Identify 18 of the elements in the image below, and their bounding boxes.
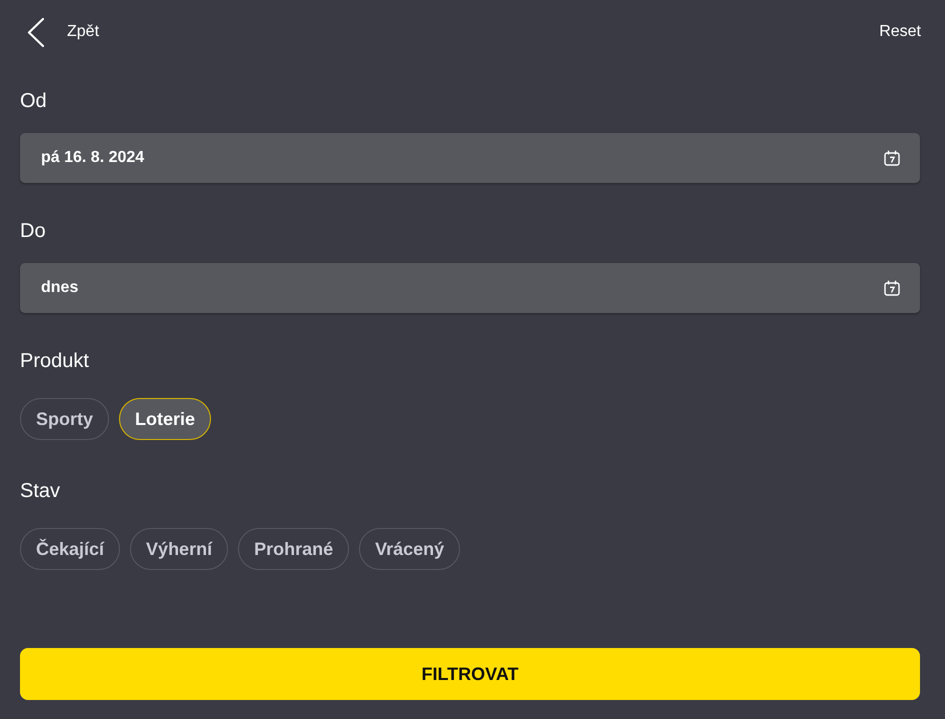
filter-button[interactable]: FILTROVAT [20,648,920,700]
calendar-icon[interactable] [884,150,900,166]
filter-chip[interactable]: Vrácený [359,528,460,570]
back-button[interactable]: Zpět [67,23,100,41]
section-label: Produkt [20,349,89,374]
date-field[interactable]: dnes [20,263,920,313]
reset-button[interactable]: Reset [879,23,921,41]
date-field[interactable]: pá 16. 8. 2024 [20,133,920,183]
filter-chip[interactable]: Výherní [130,528,228,570]
field-label: Od [20,89,47,114]
back-chevron-icon[interactable] [27,18,44,46]
section-label: Stav [20,479,60,504]
filter-chip[interactable]: Sporty [20,398,110,440]
filter-chip[interactable]: Čekající [20,528,120,570]
calendar-icon[interactable] [884,280,900,296]
filter-chip[interactable]: Loterie [119,398,212,440]
field-label: Do [20,219,46,244]
filter-chip[interactable]: Prohrané [238,528,350,570]
